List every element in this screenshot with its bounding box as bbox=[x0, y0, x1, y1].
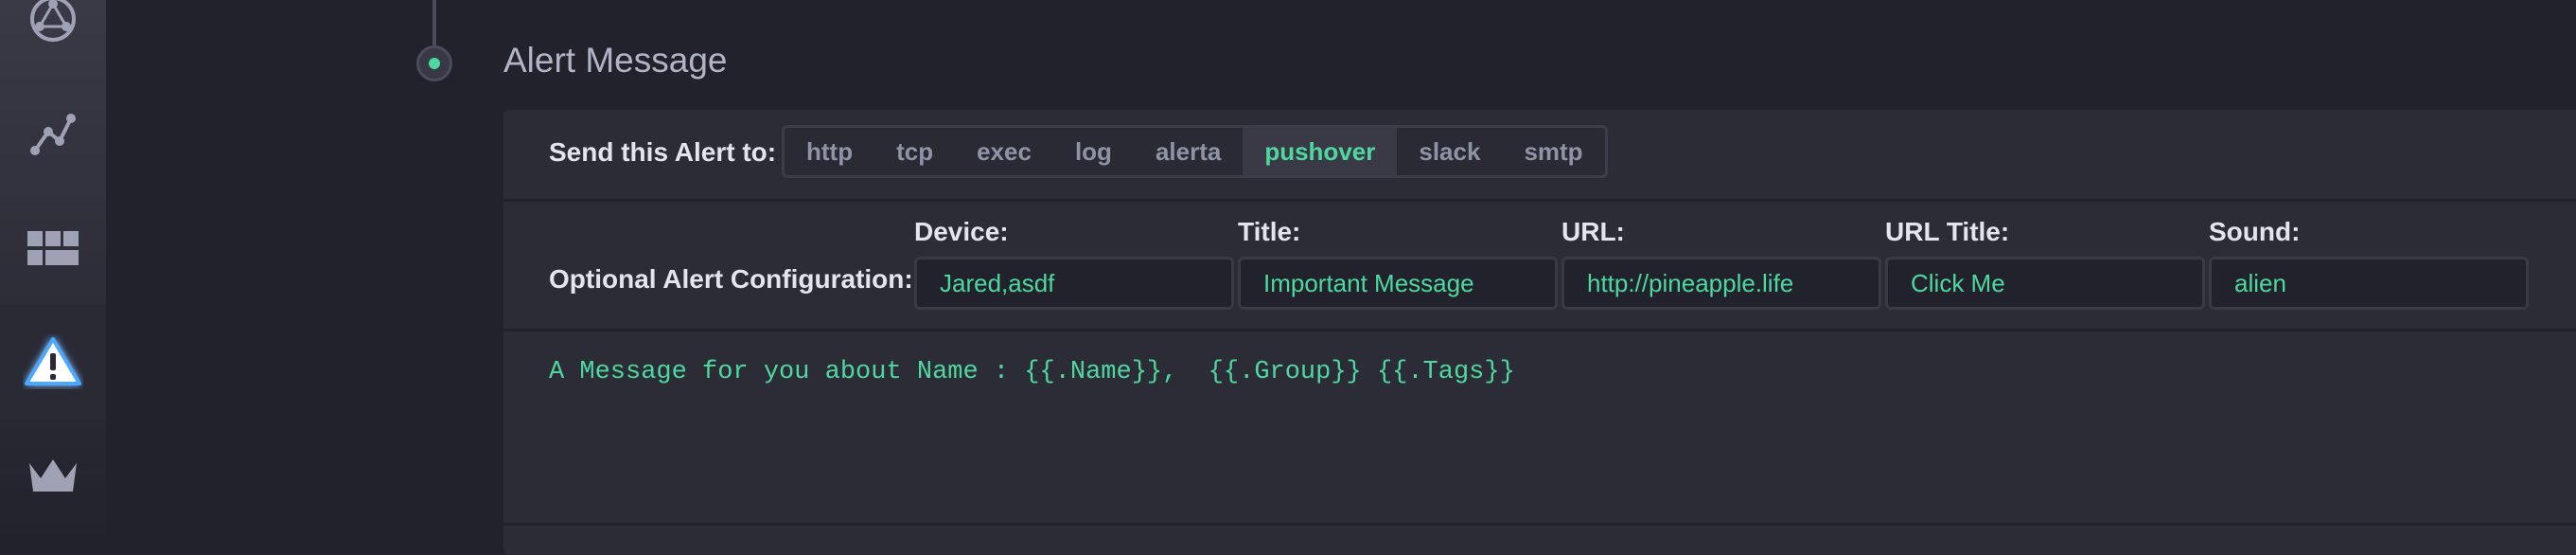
optional-config-row: Optional Alert Configuration: Device: Ti… bbox=[503, 202, 2576, 331]
tab-smtp[interactable]: smtp bbox=[1502, 128, 1604, 175]
timeline-line bbox=[432, 0, 436, 47]
sidebar-item-alerting[interactable] bbox=[0, 305, 106, 419]
url-input[interactable] bbox=[1561, 257, 1881, 310]
tab-tcp[interactable]: tcp bbox=[874, 128, 955, 175]
device-label: Device: bbox=[914, 217, 1009, 246]
sidebar bbox=[0, 0, 106, 547]
alert-icon bbox=[23, 334, 83, 389]
url-title-input[interactable] bbox=[1885, 257, 2205, 310]
send-alert-row: Send this Alert to: http tcp exec log al… bbox=[503, 110, 2576, 202]
device-input[interactable] bbox=[914, 257, 1234, 310]
title-label: Title: bbox=[1238, 217, 1301, 246]
crown-icon bbox=[27, 456, 79, 495]
sound-input[interactable] bbox=[2209, 257, 2529, 310]
sound-label: Sound: bbox=[2209, 217, 2301, 246]
title-input[interactable] bbox=[1238, 257, 1558, 310]
data-explorer-icon bbox=[27, 109, 79, 160]
tab-alerta[interactable]: alerta bbox=[1134, 128, 1243, 175]
message-editor[interactable]: A Message for you about Name : {{.Name}}… bbox=[503, 331, 2576, 521]
message-text[interactable]: A Message for you about Name : {{.Name}}… bbox=[549, 358, 1515, 386]
timeline-step-dot-inner bbox=[429, 58, 440, 69]
url-label: URL: bbox=[1561, 217, 1625, 246]
network-graph-icon bbox=[26, 0, 79, 45]
main-content: Alert Message Send this Alert to: http t… bbox=[106, 0, 2576, 555]
section-title: Alert Message bbox=[503, 41, 728, 80]
tab-log[interactable]: log bbox=[1053, 128, 1134, 175]
optional-config-label: Optional Alert Configuration: bbox=[549, 264, 913, 294]
tab-pushover[interactable]: pushover bbox=[1243, 128, 1398, 175]
tab-exec[interactable]: exec bbox=[955, 128, 1053, 175]
panel-divider bbox=[503, 523, 2576, 526]
dashboards-icon bbox=[27, 229, 79, 267]
sidebar-item-admin[interactable] bbox=[0, 419, 106, 532]
alert-handler-tabs: http tcp exec log alerta pushover slack … bbox=[782, 125, 1608, 178]
tab-slack[interactable]: slack bbox=[1397, 128, 1502, 175]
sidebar-item-data-explorer[interactable] bbox=[0, 78, 106, 191]
alert-message-panel: Send this Alert to: http tcp exec log al… bbox=[503, 110, 2576, 555]
send-alert-label: Send this Alert to: bbox=[549, 137, 777, 167]
sidebar-item-network[interactable] bbox=[0, 0, 106, 76]
sidebar-item-dashboards[interactable] bbox=[0, 191, 106, 305]
timeline-step-dot bbox=[416, 45, 452, 81]
url-title-label: URL Title: bbox=[1885, 217, 2010, 246]
tab-http[interactable]: http bbox=[785, 128, 874, 175]
